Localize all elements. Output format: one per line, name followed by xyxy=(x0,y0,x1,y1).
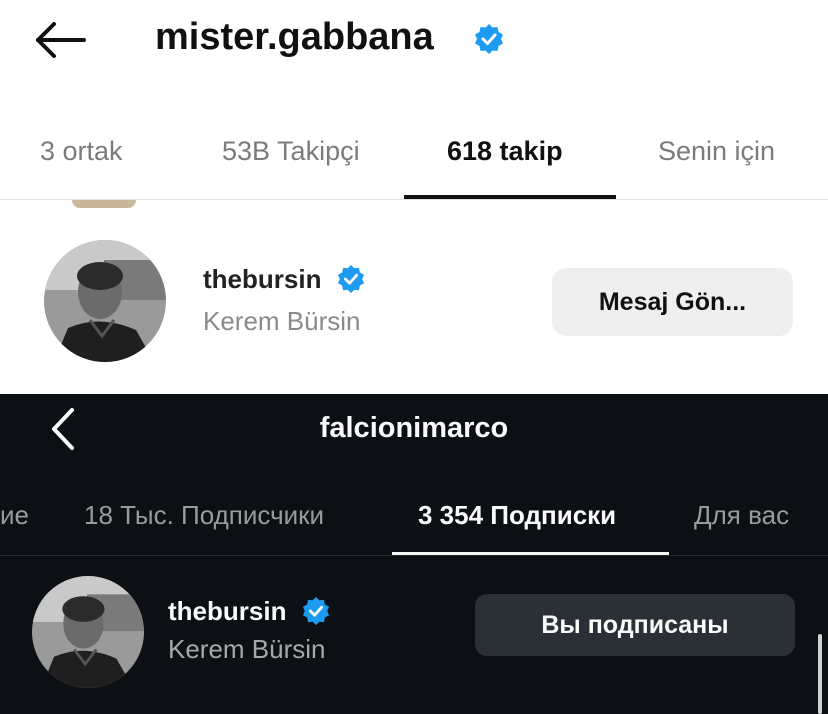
top-profile-panel: mister.gabbana 3 ortak 53B Takipçi 618 t… xyxy=(0,0,828,394)
scrollbar[interactable] xyxy=(818,634,822,714)
following-list-row[interactable]: thebursin Kerem Bürsin Mesaj Gön... xyxy=(0,226,828,376)
tab-following[interactable]: 618 takip xyxy=(447,133,563,169)
tab-mutual[interactable]: ие xyxy=(0,498,29,532)
back-button[interactable] xyxy=(30,18,90,62)
tab-for-you[interactable]: Для вас xyxy=(694,498,789,532)
tabs-divider xyxy=(0,555,828,556)
arrow-left-icon xyxy=(36,22,86,58)
username[interactable]: thebursin xyxy=(168,594,286,628)
avatar[interactable] xyxy=(32,576,144,688)
tab-for-you[interactable]: Senin için xyxy=(658,133,775,169)
bottom-profile-panel: falcionimarco ие 18 Тыс. Подписчики 3 35… xyxy=(0,394,828,714)
verified-badge-icon xyxy=(302,597,330,625)
following-button[interactable]: Вы подписаны xyxy=(475,594,795,656)
following-list-row[interactable]: thebursin Kerem Bürsin Вы подписаны xyxy=(0,570,828,694)
tab-following[interactable]: 3 354 Подписки xyxy=(418,498,616,532)
profile-username: mister.gabbana xyxy=(155,16,434,58)
username[interactable]: thebursin xyxy=(203,262,321,296)
tab-followers[interactable]: 18 Тыс. Подписчики xyxy=(84,498,324,532)
avatar-photo xyxy=(32,576,144,688)
tab-mutual[interactable]: 3 ortak xyxy=(40,133,123,169)
avatar-photo xyxy=(44,240,166,362)
full-name: Kerem Bürsin xyxy=(203,306,361,336)
avatar[interactable] xyxy=(44,240,166,362)
profile-title: mister.gabbana xyxy=(155,14,434,60)
full-name: Kerem Bürsin xyxy=(168,634,326,664)
verified-badge-icon xyxy=(337,265,365,293)
profile-title: falcionimarco xyxy=(0,408,828,448)
send-message-button[interactable]: Mesaj Gön... xyxy=(552,268,793,336)
profile-username: falcionimarco xyxy=(319,412,509,444)
tab-followers[interactable]: 53B Takipçi xyxy=(222,133,360,169)
verified-badge-icon xyxy=(475,24,503,54)
previous-row-avatar-edge xyxy=(72,200,136,208)
